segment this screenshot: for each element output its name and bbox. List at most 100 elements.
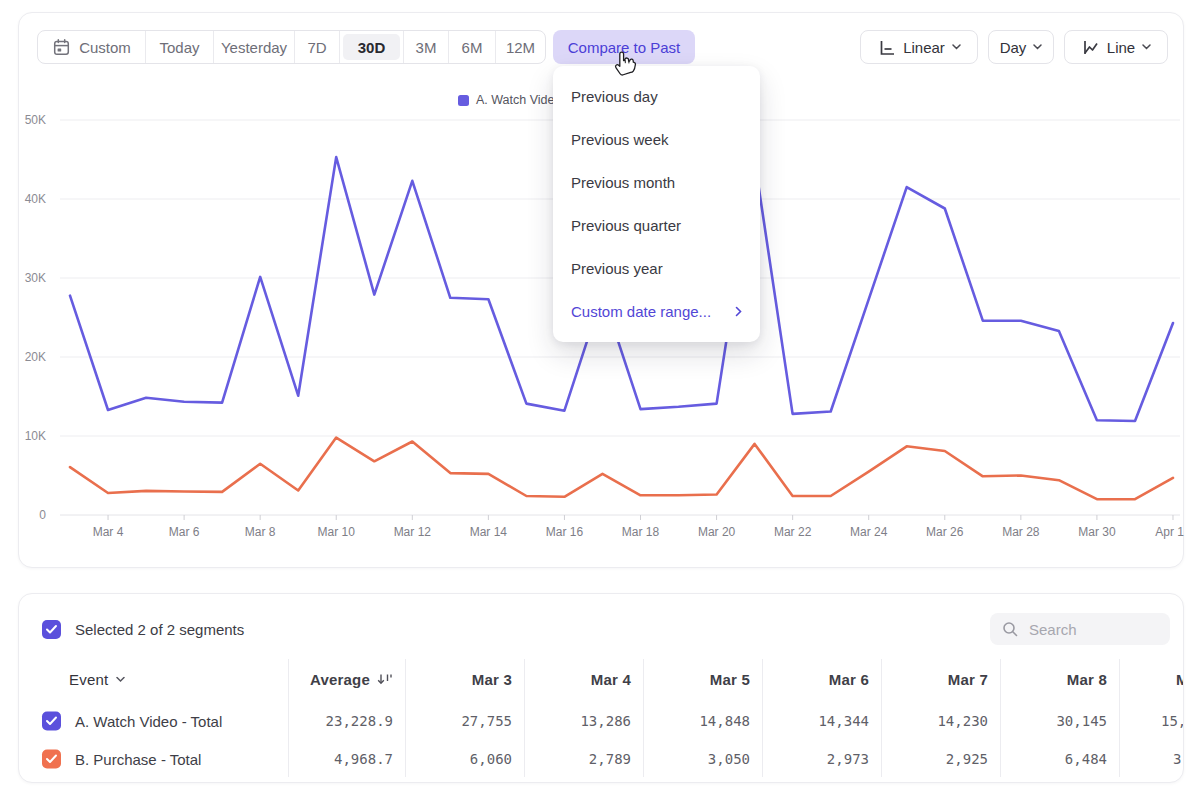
scale-selector[interactable]: Linear: [860, 30, 978, 64]
cursor-hand-icon: [612, 48, 640, 78]
svg-text:Mar 22: Mar 22: [774, 525, 812, 539]
cell: 2,789: [589, 751, 631, 767]
svg-text:Mar 12: Mar 12: [394, 525, 432, 539]
menu-item-custom-date-range[interactable]: Custom date range...: [553, 290, 760, 333]
segment-label: A. Watch Video - Total: [75, 713, 222, 730]
range-option-label: 7D: [307, 39, 326, 56]
range-option-3m[interactable]: 3M: [404, 31, 449, 63]
svg-text:Mar 16: Mar 16: [546, 525, 584, 539]
search-icon: [1002, 621, 1019, 638]
svg-text:Mar 26: Mar 26: [926, 525, 964, 539]
segments-summary-label: Selected 2 of 2 segments: [75, 621, 244, 638]
column-header-mar-7: Mar 7: [948, 671, 988, 688]
menu-item-previous-week[interactable]: Previous week: [553, 118, 760, 161]
range-option-7d[interactable]: 7D: [295, 31, 340, 63]
cell: 3,050: [708, 751, 750, 767]
svg-text:Mar 4: Mar 4: [93, 525, 124, 539]
cell: 23,228.9: [326, 713, 393, 729]
svg-text:Mar 14: Mar 14: [470, 525, 508, 539]
check-icon: [45, 716, 58, 727]
scale-label: Linear: [903, 39, 945, 56]
search-placeholder: Search: [1029, 621, 1077, 638]
column-header-mar-6: Mar 6: [829, 671, 869, 688]
range-option-label: Custom: [79, 39, 131, 56]
segments-card: Selected 2 of 2 segments Search Event Ave…: [18, 593, 1184, 783]
event-column-header[interactable]: Event: [69, 671, 125, 688]
menu-item-previous-quarter[interactable]: Previous quarter: [553, 204, 760, 247]
segments-summary: Selected 2 of 2 segments: [42, 619, 244, 639]
cell: 3,: [1173, 751, 1184, 767]
range-option-custom[interactable]: Custom: [38, 31, 146, 63]
svg-text:40K: 40K: [25, 192, 46, 206]
chevron-down-icon: [1033, 44, 1042, 50]
cell: 13,286: [580, 713, 631, 729]
range-option-today[interactable]: Today: [146, 31, 214, 63]
column-divider: [1119, 659, 1120, 777]
column-divider: [881, 659, 882, 777]
chevron-right-icon: [735, 306, 742, 317]
chevron-down-icon: [116, 676, 125, 682]
cell: 14,344: [818, 713, 869, 729]
chevron-down-icon: [952, 44, 961, 50]
interval-label: Day: [1000, 39, 1027, 56]
segment-row: A. Watch Video - Total: [42, 712, 222, 731]
range-option-6m[interactable]: 6M: [449, 31, 496, 63]
column-header-mar-4: Mar 4: [591, 671, 631, 688]
column-divider: [1000, 659, 1001, 777]
column-header-mar-5: Mar 5: [710, 671, 750, 688]
svg-text:20K: 20K: [25, 350, 46, 364]
line-chart-icon: [1081, 38, 1100, 57]
column-divider: [524, 659, 525, 777]
check-icon: [45, 754, 58, 765]
svg-text:Mar 6: Mar 6: [169, 525, 200, 539]
chart-type-selector[interactable]: Line: [1064, 30, 1168, 64]
segment-checkbox[interactable]: [42, 712, 61, 731]
column-header-mar-3: Mar 3: [472, 671, 512, 688]
range-option-30d[interactable]: 30D: [340, 31, 404, 63]
svg-text:Apr 1: Apr 1: [1155, 525, 1184, 539]
column-divider: [405, 659, 406, 777]
cell: 15,: [1161, 713, 1184, 729]
select-all-checkbox[interactable]: [42, 620, 61, 639]
cell: 27,755: [461, 713, 512, 729]
column-divider: [643, 659, 644, 777]
range-option-label: Today: [159, 39, 199, 56]
column-header-m: M: [1176, 671, 1184, 688]
cell: 30,145: [1056, 713, 1107, 729]
column-header-mar-8: Mar 8: [1067, 671, 1107, 688]
menu-item-previous-day[interactable]: Previous day: [553, 75, 760, 118]
segment-label: B. Purchase - Total: [75, 751, 201, 768]
range-option-yesterday[interactable]: Yesterday: [214, 31, 295, 63]
svg-text:Mar 20: Mar 20: [698, 525, 736, 539]
svg-text:Mar 10: Mar 10: [318, 525, 356, 539]
range-option-label: 30D: [358, 39, 386, 56]
menu-item-previous-year[interactable]: Previous year: [553, 247, 760, 290]
column-divider: [762, 659, 763, 777]
segment-checkbox[interactable]: [42, 750, 61, 769]
search-input[interactable]: Search: [990, 613, 1170, 645]
svg-text:Mar 30: Mar 30: [1078, 525, 1116, 539]
range-option-label: 3M: [416, 39, 437, 56]
calendar-icon: [52, 38, 71, 57]
svg-text:Mar 24: Mar 24: [850, 525, 888, 539]
svg-text:30K: 30K: [25, 271, 46, 285]
column-header-average[interactable]: Average: [310, 671, 393, 688]
menu-item-previous-month[interactable]: Previous month: [553, 161, 760, 204]
range-option-12m[interactable]: 12M: [496, 31, 545, 63]
cell: 6,060: [470, 751, 512, 767]
cell: 6,484: [1065, 751, 1107, 767]
range-option-label: 12M: [506, 39, 535, 56]
svg-text:Mar 28: Mar 28: [1002, 525, 1040, 539]
column-divider: [288, 659, 289, 777]
range-option-label: Yesterday: [221, 39, 287, 56]
compare-menu: Previous dayPrevious weekPrevious monthP…: [553, 66, 760, 342]
svg-text:Mar 18: Mar 18: [622, 525, 660, 539]
svg-text:Mar 8: Mar 8: [245, 525, 276, 539]
chart-type-label: Line: [1107, 39, 1135, 56]
interval-selector[interactable]: Day: [988, 30, 1054, 64]
svg-text:0: 0: [39, 508, 46, 522]
cell: 2,925: [946, 751, 988, 767]
range-option-label: 6M: [462, 39, 483, 56]
cell: 14,848: [699, 713, 750, 729]
segment-row: B. Purchase - Total: [42, 750, 201, 769]
